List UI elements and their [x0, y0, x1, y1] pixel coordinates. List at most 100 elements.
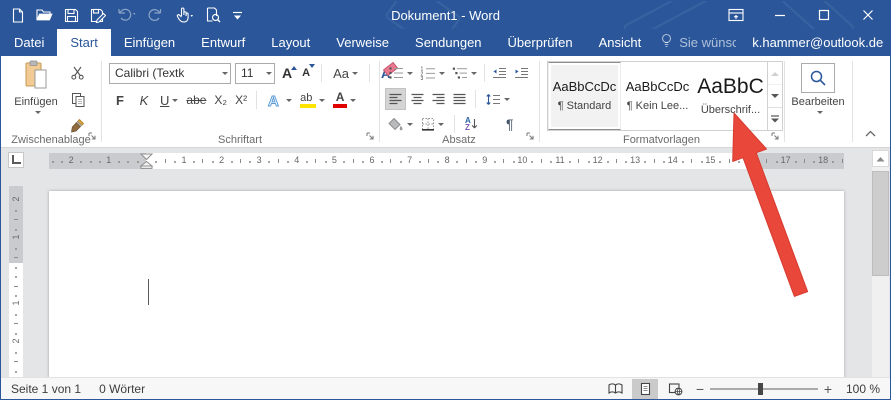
styles-scroll-down-icon[interactable] — [768, 85, 782, 108]
ribbon-tab[interactable]: Verweise — [323, 29, 402, 56]
zoom-out-button[interactable]: − — [692, 381, 708, 397]
ribbon-tab[interactable]: Entwurf — [188, 29, 258, 56]
shading-icon[interactable] — [385, 113, 416, 135]
font-size-combo[interactable]: 11 — [235, 63, 275, 84]
dialog-launcher-icon[interactable] — [771, 130, 780, 144]
ribbon: Einfügen Zwischenablage Calibri (Textk 1… — [1, 56, 890, 148]
chevron-down-icon — [471, 72, 477, 78]
ribbon-tabs: DateiStartEinfügenEntwurfLayoutVerweiseS… — [1, 29, 654, 56]
tab-stop-selector[interactable] — [8, 152, 24, 168]
group-label-styles: Formatvorlagen — [539, 134, 784, 146]
editing-button[interactable]: Bearbeiten — [791, 63, 845, 117]
multilevel-list-icon[interactable] — [449, 62, 480, 84]
align-right-icon[interactable] — [429, 88, 448, 110]
align-left-icon[interactable] — [385, 88, 406, 110]
grow-font-icon[interactable]: A — [279, 62, 295, 84]
ribbon-tab[interactable]: Einfügen — [111, 29, 188, 56]
ribbon-tab[interactable]: Start — [57, 29, 110, 56]
zoom-in-button[interactable]: + — [820, 381, 836, 397]
styles-more-icon[interactable] — [768, 108, 782, 130]
paste-button[interactable]: Einfügen — [9, 60, 63, 117]
collapse-ribbon-icon[interactable] — [865, 126, 876, 140]
underline-button[interactable]: U — [157, 89, 181, 111]
print-layout-icon[interactable] — [632, 379, 658, 399]
save-edit-icon[interactable] — [90, 8, 106, 23]
maximize-icon[interactable] — [802, 1, 846, 29]
close-icon[interactable] — [846, 1, 890, 29]
ribbon-tab[interactable]: Layout — [258, 29, 323, 56]
tell-me[interactable]: Sie wünsc — [654, 33, 742, 52]
account-email[interactable]: k.hammer@outlook.de — [742, 35, 890, 50]
change-case-button[interactable]: Aa — [330, 62, 361, 84]
read-mode-icon[interactable] — [602, 379, 628, 399]
ribbon-tab[interactable]: Datei — [1, 29, 57, 56]
bullets-icon[interactable] — [385, 62, 416, 84]
ribbon-tab[interactable]: Sendungen — [402, 29, 495, 56]
highlight-icon[interactable]: ab — [297, 89, 328, 111]
zoom-level[interactable]: 100 % — [836, 382, 880, 396]
zoom-slider-thumb[interactable] — [758, 383, 763, 395]
text-effects-icon[interactable]: A — [263, 89, 295, 111]
font-color-icon[interactable]: A — [330, 89, 359, 111]
touch-mode-icon[interactable] — [174, 7, 194, 23]
dialog-launcher-icon[interactable] — [88, 130, 97, 144]
subscript-button[interactable]: X₂ — [211, 89, 230, 111]
chevron-down-icon — [286, 99, 292, 105]
style-card[interactable]: AaBbCcDc ¶ Standard — [548, 62, 621, 130]
italic-button[interactable]: K — [133, 89, 155, 111]
styles-gallery: AaBbCcDc ¶ Standard AaBbCcDc ¶ Kein Lee.… — [547, 61, 783, 131]
scroll-up-icon[interactable] — [872, 150, 889, 167]
align-center-icon[interactable] — [408, 88, 427, 110]
page-count[interactable]: Seite 1 von 1 — [11, 382, 81, 396]
print-preview-icon[interactable] — [205, 7, 221, 23]
cut-scissors-icon[interactable] — [67, 62, 88, 84]
style-card[interactable]: AaBbCcDc ¶ Kein Lee... — [621, 62, 694, 130]
ribbon-display-options-icon[interactable] — [714, 1, 758, 29]
chevron-down-icon — [319, 99, 325, 105]
format-painter-icon[interactable] — [67, 114, 88, 136]
word-count[interactable]: 0 Wörter — [99, 382, 145, 396]
minimize-icon[interactable] — [758, 1, 802, 29]
qat-customize-icon[interactable] — [232, 9, 243, 21]
chevron-down-icon — [172, 99, 178, 105]
h-ruler[interactable]: 211234567891011121314151718 — [49, 153, 844, 169]
new-document-icon[interactable] — [11, 8, 25, 23]
decrease-indent-icon[interactable] — [489, 62, 510, 84]
svg-text:A: A — [268, 93, 279, 109]
shrink-font-icon[interactable]: A — [299, 62, 313, 84]
indent-marker-right[interactable] — [744, 161, 757, 169]
search-icon[interactable] — [801, 63, 835, 93]
styles-scroll-up-icon[interactable] — [768, 62, 782, 85]
superscript-button[interactable]: X² — [232, 89, 250, 111]
font-name-combo[interactable]: Calibri (Textk — [109, 63, 231, 84]
document-workspace: 211234567891011121314151718 2112 — [1, 148, 890, 377]
pilcrow-icon[interactable]: ¶ — [495, 113, 525, 135]
ribbon-tab[interactable]: Ansicht — [586, 29, 655, 56]
zoom-slider[interactable] — [710, 379, 818, 399]
line-spacing-icon[interactable] — [482, 88, 513, 110]
increase-indent-icon[interactable] — [511, 62, 532, 84]
v-ruler[interactable]: 2112 — [9, 186, 23, 377]
vertical-scrollbar[interactable] — [872, 150, 889, 377]
tabrow-right-cluster: Sie wünsc k.hammer@outlook.de Freigeben — [654, 29, 890, 56]
style-card[interactable]: AaBbC Überschrif... — [694, 62, 767, 130]
dialog-launcher-icon[interactable] — [526, 130, 535, 144]
open-icon[interactable] — [36, 8, 53, 22]
strikethrough-button[interactable]: abe — [183, 89, 209, 111]
web-layout-icon[interactable] — [662, 379, 688, 399]
indent-marker-first-line[interactable] — [140, 153, 153, 169]
copy-icon[interactable] — [68, 88, 88, 110]
save-icon[interactable] — [64, 8, 79, 23]
document-page[interactable] — [49, 191, 844, 377]
group-label-paragraph: Absatz — [379, 134, 539, 146]
borders-icon[interactable] — [418, 113, 447, 135]
justify-icon[interactable] — [450, 88, 469, 110]
redo-icon[interactable] — [148, 8, 163, 22]
undo-icon[interactable] — [117, 8, 137, 22]
bold-button[interactable]: F — [109, 89, 131, 111]
dialog-launcher-icon[interactable] — [366, 130, 375, 144]
ribbon-tab[interactable]: Überprüfen — [495, 29, 586, 56]
numbering-icon[interactable]: 123 — [417, 62, 448, 84]
sort-icon[interactable]: AZ — [462, 113, 481, 135]
scrollbar-thumb[interactable] — [872, 171, 889, 276]
